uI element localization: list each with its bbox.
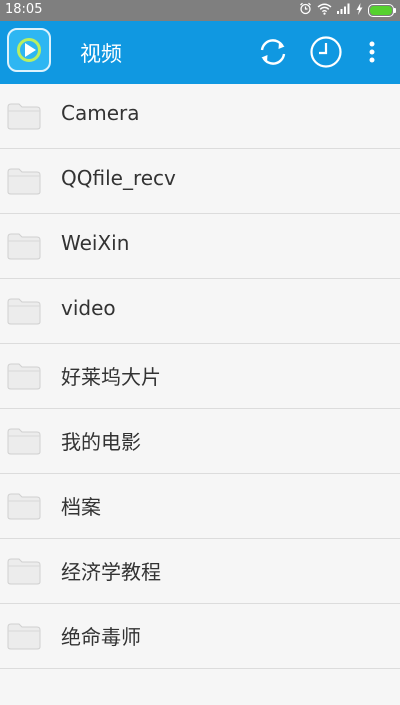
folder-name: 档案 (61, 495, 101, 519)
folder-name: 绝命毒师 (61, 625, 141, 649)
folder-icon (6, 426, 42, 456)
alarm-icon (299, 2, 312, 19)
folder-row-my-movies[interactable]: 我的电影 (0, 409, 400, 474)
charging-icon (356, 2, 363, 19)
folder-icon (6, 491, 42, 521)
folder-row-economics[interactable]: 经济学教程 (0, 539, 400, 604)
folder-name: 好莱坞大片 (61, 365, 161, 389)
more-vert-icon (369, 41, 375, 63)
folder-row-breaking-bad[interactable]: 绝命毒师 (0, 604, 400, 669)
folder-name: QQfile_recv (61, 166, 176, 190)
wifi-icon (317, 3, 332, 19)
folder-icon (6, 556, 42, 586)
folder-icon (6, 296, 42, 326)
battery-icon (368, 4, 396, 17)
folder-name: 我的电影 (61, 430, 141, 454)
app-logo-icon[interactable] (7, 28, 51, 72)
folder-icon (6, 621, 42, 651)
signal-icon (337, 3, 351, 18)
folder-list: Camera QQfile_recv WeiXin video 好莱坞大片 我的… (0, 84, 400, 669)
folder-row-qqfile-recv[interactable]: QQfile_recv (0, 149, 400, 214)
status-time: 18:05 (5, 2, 43, 17)
folder-row-weixin[interactable]: WeiXin (0, 214, 400, 279)
more-menu-button[interactable] (357, 34, 387, 70)
folder-row-video[interactable]: video (0, 279, 400, 344)
folder-name: video (61, 296, 116, 320)
history-button[interactable] (308, 34, 344, 70)
folder-icon (6, 361, 42, 391)
refresh-icon (260, 39, 286, 65)
clock-icon (310, 36, 342, 68)
status-icons (299, 2, 396, 19)
folder-name: Camera (61, 101, 140, 125)
folder-icon (6, 231, 42, 261)
folder-icon (6, 101, 42, 131)
page-title: 视频 (80, 42, 122, 66)
status-bar: 18:05 (0, 0, 400, 21)
folder-row-archive[interactable]: 档案 (0, 474, 400, 539)
folder-icon (6, 166, 42, 196)
folder-name: 经济学教程 (61, 560, 161, 584)
app-bar: 视频 (0, 21, 400, 84)
folder-row-camera[interactable]: Camera (0, 84, 400, 149)
folder-name: WeiXin (61, 231, 130, 255)
folder-row-hollywood[interactable]: 好莱坞大片 (0, 344, 400, 409)
refresh-button[interactable] (255, 34, 291, 70)
